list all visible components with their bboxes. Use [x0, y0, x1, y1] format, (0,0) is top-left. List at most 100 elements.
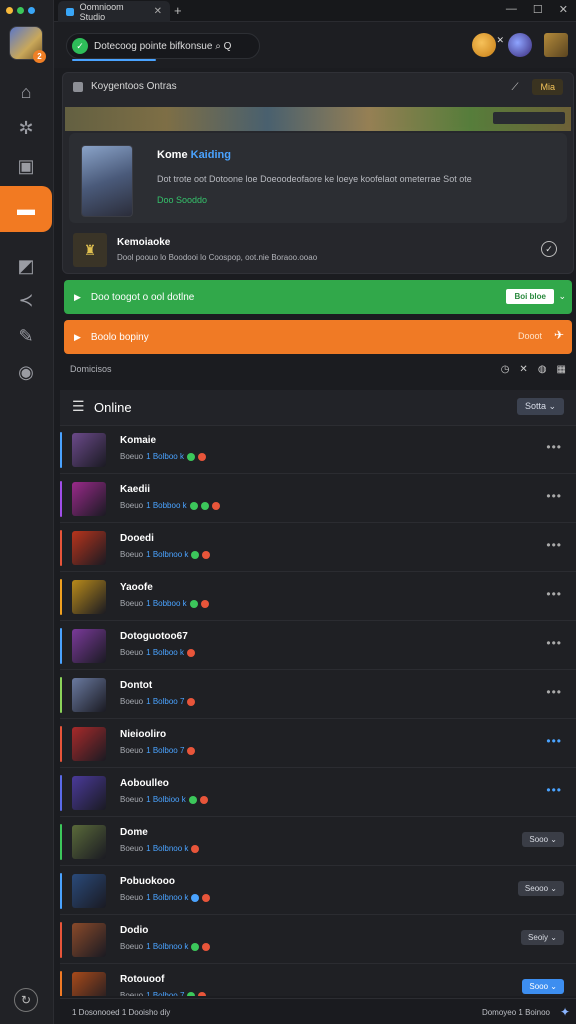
avatar[interactable]: [72, 482, 106, 516]
friend-avatar[interactable]: [508, 33, 532, 57]
minimize-dot[interactable]: [17, 7, 24, 14]
new-tab-button[interactable]: +: [174, 3, 182, 18]
row-link[interactable]: 1 Bobboo k: [146, 501, 186, 510]
avatar[interactable]: [72, 727, 106, 761]
list-item[interactable]: Komaie Boeuo 1 Bolboo k •••: [60, 426, 576, 474]
avatar[interactable]: [72, 580, 106, 614]
window-traffic-lights[interactable]: [6, 7, 35, 14]
list-item[interactable]: Aoboulleo Boeuo 1 Bolbioo k •••: [60, 769, 576, 817]
avatar[interactable]: [72, 531, 106, 565]
home-icon[interactable]: ⌂: [0, 72, 52, 112]
live-thumbnail[interactable]: [81, 145, 133, 217]
globe-icon[interactable]: ◉: [0, 352, 52, 392]
close-dot[interactable]: [6, 7, 13, 14]
check-circle-icon[interactable]: ✓: [541, 241, 557, 257]
footer-right: Domoyeo 1 Boinoo: [481, 1008, 550, 1017]
row-action-button[interactable]: Sooo ⌄: [522, 979, 564, 994]
row-subtitle: Boeuo 1 Bobboo k: [120, 501, 220, 510]
more-options-icon[interactable]: •••: [546, 734, 562, 748]
shield-icon[interactable]: ◍: [538, 364, 547, 375]
avatar[interactable]: 2: [9, 26, 46, 63]
more-options-icon[interactable]: •••: [546, 489, 562, 503]
close-window-button[interactable]: ✕: [559, 3, 568, 16]
avatar[interactable]: [72, 629, 106, 663]
status-green-action[interactable]: Boi bloe: [506, 289, 554, 304]
more-options-icon[interactable]: •••: [546, 587, 562, 601]
zoom-dot[interactable]: [28, 7, 35, 14]
panel-check-icon[interactable]: [73, 81, 83, 92]
avatar[interactable]: [72, 433, 106, 467]
more-options-icon[interactable]: •••: [546, 685, 562, 699]
network-icon[interactable]: ✦: [560, 1005, 570, 1019]
status-dot-icon: [187, 746, 196, 755]
row-action-button[interactable]: Seoiy ⌄: [521, 930, 564, 945]
row-link[interactable]: 1 Bolbioo k: [146, 795, 186, 804]
more-options-icon[interactable]: •••: [546, 538, 562, 552]
panel-pill[interactable]: Mia: [532, 79, 563, 95]
grid-icon[interactable]: ▦: [557, 364, 566, 375]
list-item[interactable]: Rotouoof Boeuo 1 Bolboo 7 Sooo ⌄: [60, 965, 576, 996]
sub-item[interactable]: ♜ Kemoiaoke Dool poouo lo Boodooi lo Coo…: [73, 233, 563, 267]
collapse-icon[interactable]: ⟋: [511, 82, 518, 93]
row-action-button[interactable]: Sooo ⌄: [522, 832, 564, 847]
chat-icon[interactable]: ▬: [0, 186, 52, 232]
game-banner: [65, 107, 571, 131]
footer-left: 1 Dosonooed 1 Dooisho diy: [72, 1008, 171, 1017]
share-icon[interactable]: ≺: [0, 280, 52, 320]
row-link[interactable]: 1 Bolboo 7: [146, 697, 184, 706]
avatar[interactable]: [72, 678, 106, 712]
status-orange-bar[interactable]: ▶ Boolo bopiny Dooot ✈: [64, 320, 572, 354]
pen-icon[interactable]: ✎: [0, 316, 52, 356]
minimize-button[interactable]: —: [506, 3, 517, 16]
search-input[interactable]: ✓ Dotecoog pointe bifkonsue ⌕ Q: [66, 33, 260, 59]
pin-icon[interactable]: ✈: [554, 328, 564, 342]
list-item[interactable]: Dome Boeuo 1 Bolbnoo k Sooo ⌄: [60, 818, 576, 866]
gear-icon[interactable]: ✲: [0, 108, 52, 148]
browser-tab[interactable]: Oomnioom Studio ✕: [58, 1, 170, 22]
list-item[interactable]: Kaedii Boeuo 1 Bobboo k •••: [60, 475, 576, 523]
status-green-bar[interactable]: ▶ Doo toogot o ool dotlne Boi bloe ⌄: [64, 280, 572, 314]
row-link[interactable]: 1 Bolboo k: [146, 648, 184, 657]
row-link[interactable]: 1 Bolboo k: [146, 452, 184, 461]
user-avatar[interactable]: ✕: [472, 33, 504, 57]
tab-close-icon[interactable]: ✕: [154, 6, 162, 17]
book-icon[interactable]: ▣: [0, 146, 52, 186]
menu-icon[interactable]: ☰: [72, 398, 85, 415]
row-link[interactable]: 1 Bolbnoo k: [146, 942, 188, 951]
row-link[interactable]: 1 Bolbnoo k: [146, 893, 188, 902]
list-item[interactable]: Pobuokooo Boeuo 1 Bolbnoo k Seooo ⌄: [60, 867, 576, 915]
row-link[interactable]: 1 Bolboo 7: [146, 991, 184, 996]
row-link[interactable]: 1 Bolbnoo k: [146, 844, 188, 853]
list-item[interactable]: Dooedi Boeuo 1 Bolbnoo k •••: [60, 524, 576, 572]
list-item[interactable]: Dontot Boeuo 1 Bolboo 7 •••: [60, 671, 576, 719]
row-link[interactable]: 1 Bolbnoo k: [146, 550, 188, 559]
more-options-icon[interactable]: •••: [546, 783, 562, 797]
status-dot-icon: [198, 991, 207, 996]
row-link[interactable]: 1 Bolboo 7: [146, 746, 184, 755]
sort-dropdown[interactable]: Sotta ⌄: [516, 398, 564, 415]
row-link[interactable]: 1 Bobboo k: [146, 599, 186, 608]
online-title: Online: [94, 400, 132, 415]
more-options-icon[interactable]: •••: [546, 440, 562, 454]
more-options-icon[interactable]: •••: [546, 636, 562, 650]
status-dot-icon: [187, 991, 196, 996]
avatar[interactable]: [72, 825, 106, 859]
avatar[interactable]: [72, 972, 106, 996]
list-item[interactable]: Dotoguotoo67 Boeuo 1 Bolboo k •••: [60, 622, 576, 670]
featured-panel: Koygentoos Ontras ⟋ Mia Kome Kaiding Dot…: [62, 72, 574, 274]
avatar[interactable]: [72, 923, 106, 957]
list-item[interactable]: Yaoofe Boeuo 1 Bobboo k •••: [60, 573, 576, 621]
maximize-button[interactable]: ☐: [533, 3, 543, 16]
clock-icon[interactable]: ◷: [501, 364, 510, 375]
guild-avatar[interactable]: [544, 33, 568, 57]
row-action-button[interactable]: Seooo ⌄: [517, 881, 564, 896]
refresh-icon[interactable]: ↻: [14, 988, 38, 1012]
avatar[interactable]: [72, 776, 106, 810]
close-icon[interactable]: ✕: [496, 35, 504, 46]
mute-icon[interactable]: ✕: [519, 364, 527, 375]
avatar[interactable]: [72, 874, 106, 908]
chevron-down-icon[interactable]: ⌄: [558, 291, 566, 302]
list-item[interactable]: Dodio Boeuo 1 Bolbnoo k Seoiy ⌄: [60, 916, 576, 964]
list-item[interactable]: Nieiooliro Boeuo 1 Bolboo 7 •••: [60, 720, 576, 768]
sub-title: Kemoiaoke: [117, 237, 171, 248]
